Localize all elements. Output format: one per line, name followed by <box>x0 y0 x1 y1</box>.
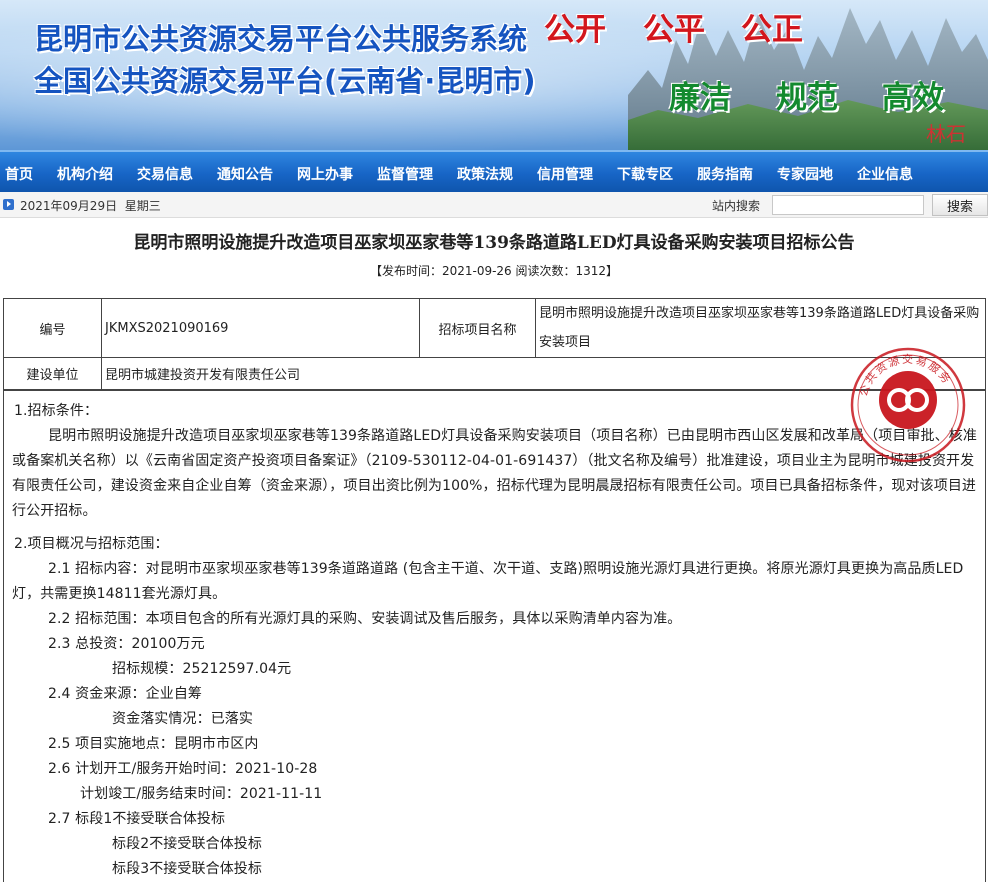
owner-value: 昆明市城建投资开发有限责任公司 <box>101 357 986 390</box>
nav-downloads[interactable]: 下载专区 <box>617 164 673 184</box>
nav-enterprise[interactable]: 企业信息 <box>857 164 913 184</box>
item-2-1: 2.1 招标内容：对昆明市巫家坝巫家巷等139条道路道路 (包含主干道、次干道、… <box>12 561 964 602</box>
search-label: 站内搜索 <box>712 199 761 213</box>
table-row: 建设单位 昆明市城建投资开发有限责任公司 <box>3 357 986 390</box>
item-2-7-lot2: 标段2不接受联合体投标 <box>112 836 263 852</box>
nav-supervision[interactable]: 监督管理 <box>377 164 433 184</box>
slogan-standard: 规范 <box>776 80 838 116</box>
item-2-5: 2.5 项目实施地点：昆明市市区内 <box>48 736 259 752</box>
nav-credit[interactable]: 信用管理 <box>537 164 593 184</box>
section-1-title: 1.招标条件： <box>14 403 99 419</box>
item-2-2: 2.2 招标范围：本项目包含的所有光源灯具的采购、安装调试及售后服务，具体以采购… <box>48 611 682 627</box>
article-title: 昆明市照明设施提升改造项目巫家坝巫家巷等139条路道路LED灯具设备采购安装项目… <box>133 233 855 253</box>
nav-about[interactable]: 机构介绍 <box>57 164 113 184</box>
project-name-value: 昆明市照明设施提升改造项目巫家坝巫家巷等139条路道路LED灯具设备采购安装项目 <box>535 298 986 358</box>
section-1-text: 昆明市照明设施提升改造项目巫家坝巫家巷等139条路道路LED灯具设备采购安装项目… <box>12 428 977 519</box>
banner-title-line2: 全国公共资源交易平台(云南省·昆明市) <box>34 64 536 98</box>
nav-home[interactable]: 首页 <box>5 164 33 184</box>
nav-experts[interactable]: 专家园地 <box>777 164 833 184</box>
slogan-fair: 公平 <box>643 12 705 48</box>
banner-title-line1: 昆明市公共资源交易平台公共服务系统 <box>34 22 528 56</box>
search-button[interactable]: 搜索 <box>932 194 988 216</box>
site-banner: 昆明市公共资源交易平台公共服务系统 全国公共资源交易平台(云南省·昆明市) 公开… <box>0 0 988 150</box>
announcement-body: 1.招标条件： 昆明市照明设施提升改造项目巫家坝巫家巷等139条路道路LED灯具… <box>3 390 986 882</box>
main-nav: 首页 机构介绍 交易信息 通知公告 网上办事 监督管理 政策法规 信用管理 下载… <box>0 150 988 192</box>
item-2-4: 2.4 资金来源：企业自筹 <box>48 686 203 702</box>
project-name-label: 招标项目名称 <box>419 298 536 358</box>
info-strip: 2021年09月29日 星期三 站内搜索 搜索 <box>0 192 988 218</box>
code-value: JKMXS2021090169 <box>101 298 420 358</box>
stone-forest-label: 林石 <box>926 122 966 146</box>
article-meta: 【发布时间：2021-09-26 阅读次数：1312】 <box>369 264 619 278</box>
item-2-7-lot3: 标段3不接受联合体投标 <box>112 861 263 877</box>
section-2-title: 2.项目概况与招标范围： <box>14 536 169 552</box>
current-date: 2021年09月29日 星期三 <box>20 197 161 214</box>
date-text: 2021年09月29日 <box>20 199 118 213</box>
search-input[interactable] <box>772 195 924 215</box>
nav-service-guide[interactable]: 服务指南 <box>697 164 753 184</box>
weekday-text: 星期三 <box>124 199 161 213</box>
nav-notices[interactable]: 通知公告 <box>217 164 273 184</box>
item-2-6: 2.6 计划开工/服务开始时间：2021-10-28 <box>48 761 318 777</box>
table-row: 编号 JKMXS2021090169 招标项目名称 昆明市照明设施提升改造项目巫… <box>3 298 986 358</box>
item-2-7: 2.7 标段1不接受联合体投标 <box>48 811 226 827</box>
slogan-just: 公正 <box>741 12 803 48</box>
item-2-6-end: 计划竣工/服务结束时间：2021-11-11 <box>80 786 323 802</box>
project-info-table: 编号 JKMXS2021090169 招标项目名称 昆明市照明设施提升改造项目巫… <box>3 298 986 390</box>
nav-policies[interactable]: 政策法规 <box>457 164 513 184</box>
code-label: 编号 <box>3 298 102 358</box>
item-2-4-status: 资金落实情况：已落实 <box>112 711 253 727</box>
item-2-3-scale: 招标规模：25212597.04元 <box>112 661 292 677</box>
slogan-open: 公开 <box>544 12 606 48</box>
nav-online-service[interactable]: 网上办事 <box>297 164 353 184</box>
nav-trade-info[interactable]: 交易信息 <box>137 164 193 184</box>
owner-label: 建设单位 <box>3 357 102 390</box>
play-arrow-icon <box>3 199 14 210</box>
slogan-efficient: 高效 <box>882 80 944 116</box>
item-2-3: 2.3 总投资：20100万元 <box>48 636 205 652</box>
slogan-clean: 廉洁 <box>669 80 731 116</box>
